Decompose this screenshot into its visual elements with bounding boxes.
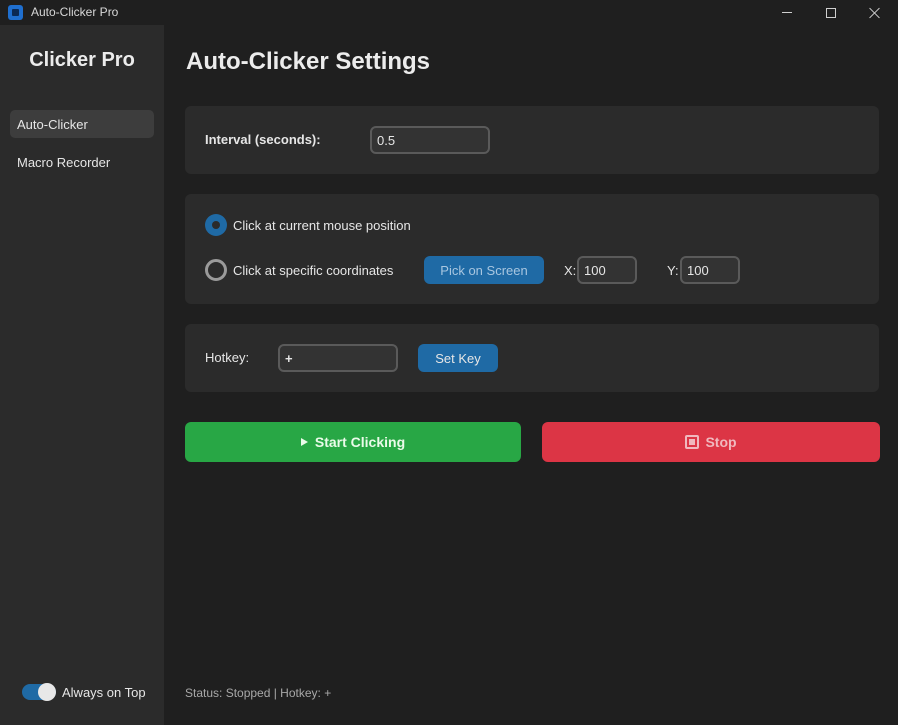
stop-icon: [685, 435, 700, 449]
sidebar-item-auto-clicker[interactable]: Auto-Clicker: [10, 110, 154, 138]
interval-panel: Interval (seconds):: [185, 106, 879, 174]
y-label: Y:: [667, 263, 679, 278]
hotkey-label: Hotkey:: [205, 350, 250, 365]
close-button[interactable]: [852, 0, 898, 25]
minimize-icon: [782, 12, 792, 13]
play-icon: [300, 438, 308, 446]
click-position-panel: Click at current mouse position Click at…: [185, 194, 879, 304]
hotkey-input[interactable]: [278, 344, 398, 372]
window-title: Auto-Clicker Pro: [31, 5, 119, 19]
start-clicking-button[interactable]: Start Clicking: [185, 422, 521, 462]
y-coordinate-input[interactable]: [680, 256, 740, 284]
current-position-label: Click at current mouse position: [233, 218, 411, 233]
status-text: Status: Stopped | Hotkey: +: [185, 686, 332, 700]
start-clicking-label: Start Clicking: [314, 434, 406, 450]
minimize-button[interactable]: [764, 0, 810, 25]
stop-label: Stop: [705, 434, 737, 450]
title-bar: Auto-Clicker Pro: [0, 0, 898, 25]
app-icon: [8, 5, 23, 20]
page-title: Auto-Clicker Settings: [186, 48, 431, 75]
toggle-track[interactable]: [22, 683, 56, 701]
x-coordinate-input[interactable]: [577, 256, 637, 284]
interval-input[interactable]: [370, 126, 490, 154]
always-on-top-switch[interactable]: Always on Top: [22, 683, 146, 701]
sidebar-item-macro-recorder[interactable]: Macro Recorder: [10, 148, 154, 176]
maximize-icon: [826, 7, 836, 18]
set-key-button[interactable]: Set Key: [418, 344, 498, 372]
x-label: X:: [564, 263, 577, 278]
sidebar: Clicker Pro Auto-Clicker Macro Recorder …: [0, 25, 164, 725]
specific-coordinates-label: Click at specific coordinates: [233, 263, 394, 278]
radio-current-position[interactable]: [205, 214, 227, 236]
stop-button[interactable]: Stop: [542, 422, 880, 462]
hotkey-panel: Hotkey: Set Key: [185, 324, 879, 392]
maximize-button[interactable]: [808, 0, 854, 25]
interval-label: Interval (seconds):: [205, 132, 321, 147]
sidebar-brand: Clicker Pro: [29, 49, 135, 71]
radio-specific-coordinates[interactable]: [205, 259, 227, 281]
toggle-knob[interactable]: [38, 683, 56, 701]
close-icon: [869, 7, 881, 19]
always-on-top-label: Always on Top: [62, 684, 146, 700]
pick-on-screen-button[interactable]: Pick on Screen: [424, 256, 544, 284]
